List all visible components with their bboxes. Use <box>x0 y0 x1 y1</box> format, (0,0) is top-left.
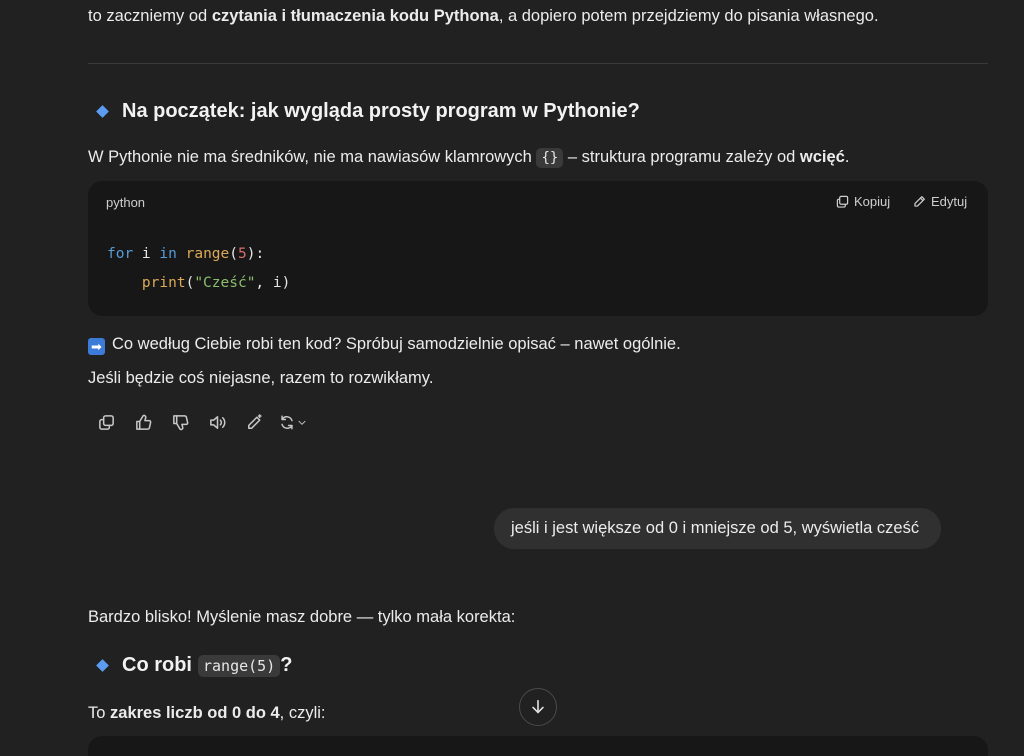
code-text: i <box>133 246 160 262</box>
section-heading-text: Na początek: jak wygląda prosty program … <box>122 100 640 122</box>
reply-heading-end: ? <box>280 654 293 676</box>
question-line-1: ➡ Co według Ciebie robi ten kod? Spróbuj … <box>88 332 988 356</box>
intro-text-end: , a dopiero potem przejdziemy do pisania… <box>498 7 879 25</box>
code-language-label: python <box>106 195 146 210</box>
diamond-icon <box>96 659 109 672</box>
reply-heading: Co robi range(5)? <box>88 654 292 677</box>
copy-icon <box>99 414 114 430</box>
thumbs-up-icon <box>136 414 152 430</box>
paragraph-end: . <box>844 148 850 166</box>
intro-bold: czytania i tłumaczenia kodu Pythona <box>211 7 499 25</box>
thumbs-down-icon <box>173 414 189 430</box>
regenerate-button[interactable] <box>273 410 313 434</box>
reply-para-text: To <box>88 704 111 722</box>
speaker-icon <box>210 415 226 429</box>
divider <box>88 63 988 64</box>
chevron-down-icon <box>298 420 306 425</box>
diamond-icon <box>96 105 109 118</box>
code-paren: ( <box>229 246 238 262</box>
code-paren-close: ): <box>246 246 265 262</box>
section-paragraph: W Pythonie nie ma średników, nie ma nawi… <box>88 145 988 170</box>
user-message-bubble: jeśli i jest większe od 0 i mniejsze od … <box>494 508 942 549</box>
question-line-2: Jeśli będzie coś niejasne, razem to rozw… <box>88 369 434 387</box>
edit-label: Edytuj <box>931 194 968 209</box>
paragraph-text-middle: – struktura programu zależy od <box>563 148 800 166</box>
reply-heading-text: Co robi <box>122 654 192 676</box>
code-line-2: print("Cześć", i) <box>107 275 290 291</box>
read-aloud-button[interactable] <box>199 410 236 434</box>
code-number: 5 <box>238 246 247 262</box>
code-paren: ( <box>185 275 195 291</box>
right-arrow-icon: ➡ <box>88 338 105 355</box>
pencil-icon <box>914 196 925 207</box>
intro-paragraph: to zaczniemy od czytania i tłumaczenia k… <box>88 4 988 28</box>
inline-code: {} <box>536 148 564 168</box>
section-heading: Na początek: jak wygląda prosty program … <box>88 100 640 123</box>
code-function-range: range <box>185 246 230 262</box>
code-keyword-for: for <box>107 246 134 262</box>
reply-para-end: , czyli: <box>279 704 326 722</box>
message-toolbar <box>88 410 313 434</box>
copy-icon <box>836 195 849 208</box>
thumbs-up-button[interactable] <box>125 410 162 434</box>
paragraph-text: W Pythonie nie ma średników, nie ma nawi… <box>88 148 537 166</box>
copy-label: Kopiuj <box>854 194 891 209</box>
code-string: "Cześć" <box>194 275 256 291</box>
arrow-down-icon <box>532 699 544 714</box>
code-function-print: print <box>141 275 186 291</box>
copy-code-button[interactable]: Kopiuj <box>836 194 890 209</box>
next-code-block <box>88 736 988 756</box>
copy-message-button[interactable] <box>88 410 125 434</box>
reply-intro: Bardzo blisko! Myślenie masz dobre — tyl… <box>88 608 516 626</box>
pencil-sparkle-icon <box>248 413 262 429</box>
code-keyword-in: in <box>159 246 177 262</box>
code-line-1: for i in range(5): <box>107 246 264 262</box>
thumbs-down-button[interactable] <box>162 410 199 434</box>
paragraph-bold: wcięć <box>799 148 845 166</box>
regenerate-icon <box>281 414 293 430</box>
reply-para-bold: zakres liczb od 0 do 4 <box>110 704 280 722</box>
edit-in-canvas-button[interactable] <box>236 410 273 434</box>
inline-code: range(5) <box>198 654 281 677</box>
code-rest: , i) <box>255 275 291 291</box>
question-text: Co według Ciebie robi ten kod? Spróbuj s… <box>112 335 681 353</box>
edit-code-button[interactable]: Edytuj <box>913 194 967 209</box>
intro-text: to zaczniemy od <box>88 7 212 25</box>
scroll-to-bottom-button[interactable] <box>519 688 557 726</box>
